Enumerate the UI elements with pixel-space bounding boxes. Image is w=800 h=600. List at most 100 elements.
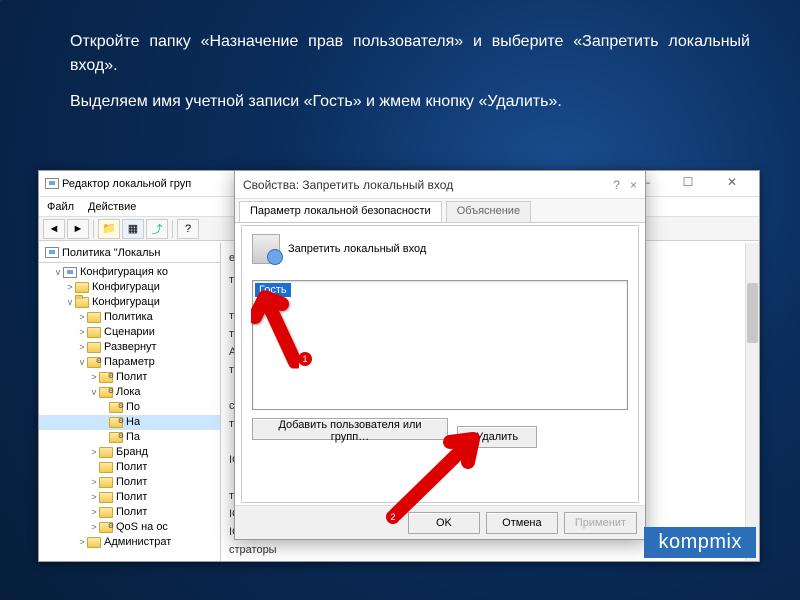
tree: Конфигурация ко Конфигураци Конфигураци … bbox=[39, 263, 220, 552]
expand-icon[interactable] bbox=[89, 445, 99, 460]
forward-button[interactable]: ► bbox=[67, 219, 89, 239]
tree-view-button[interactable]: ▦ bbox=[122, 219, 144, 239]
dialog-body: Запретить локальный вход Гость Добавить … bbox=[241, 225, 639, 503]
menu-file[interactable]: Файл bbox=[47, 201, 74, 213]
tree-label: Полит bbox=[116, 475, 147, 490]
tree-node[interactable]: По bbox=[39, 400, 220, 415]
collapse-icon[interactable] bbox=[77, 355, 87, 370]
tree-node[interactable]: Полит bbox=[39, 370, 220, 385]
tree-label: Параметр bbox=[104, 355, 155, 370]
dialog-tabs: Параметр локальной безопасности Объяснен… bbox=[235, 199, 645, 223]
tree-node[interactable]: Полит bbox=[39, 475, 220, 490]
close-icon[interactable]: ✕ bbox=[715, 175, 749, 189]
computer-icon bbox=[63, 267, 77, 278]
tree-root[interactable]: Политика "Локальн bbox=[39, 243, 220, 263]
folder-settings-icon bbox=[109, 432, 123, 443]
dialog-footer: OK Отмена Применит bbox=[235, 505, 645, 539]
expand-icon[interactable] bbox=[89, 520, 99, 535]
folder-settings-icon bbox=[87, 357, 101, 368]
tree-node-selected[interactable]: На bbox=[39, 415, 220, 430]
screenshot-container: — ☐ ✕ Редактор локальной груп Файл Дейст… bbox=[38, 170, 760, 562]
back-button[interactable]: ◄ bbox=[43, 219, 65, 239]
tab-local-security[interactable]: Параметр локальной безопасности bbox=[239, 201, 442, 222]
tree-root-label: Политика "Локальн bbox=[62, 247, 160, 259]
tree-label: QoS на ос bbox=[116, 520, 168, 535]
expand-icon[interactable] bbox=[77, 310, 87, 325]
help-button[interactable]: ? bbox=[177, 219, 199, 239]
tree-label: Полит bbox=[116, 505, 147, 520]
folder-icon bbox=[75, 282, 89, 293]
tree-node[interactable]: Бранд bbox=[39, 445, 220, 460]
folder-icon bbox=[99, 492, 113, 503]
expand-icon[interactable] bbox=[89, 505, 99, 520]
expand-icon[interactable] bbox=[77, 340, 87, 355]
expand-icon[interactable] bbox=[89, 490, 99, 505]
tree-node[interactable]: Параметр bbox=[39, 355, 220, 370]
tree-node[interactable]: Политика bbox=[39, 310, 220, 325]
add-user-button[interactable]: Добавить пользователя или групп… bbox=[252, 418, 448, 440]
tree-node[interactable]: QoS на ос bbox=[39, 520, 220, 535]
dialog-titlebar: Свойства: Запретить локальный вход ? × bbox=[235, 171, 645, 199]
ok-button[interactable]: OK bbox=[408, 512, 480, 534]
tree-label: Конфигураци bbox=[92, 280, 160, 295]
collapse-icon[interactable] bbox=[65, 295, 75, 310]
expand-icon[interactable] bbox=[77, 325, 87, 340]
menu-action[interactable]: Действие bbox=[88, 201, 136, 213]
folder-settings-icon bbox=[109, 417, 123, 428]
export-button[interactable]: ⤴ bbox=[146, 219, 168, 239]
tree-label: На bbox=[126, 415, 140, 430]
window-title: Редактор локальной груп bbox=[62, 178, 191, 190]
tree-label: Полит bbox=[116, 460, 147, 475]
tree-label: Полит bbox=[116, 370, 147, 385]
tree-node[interactable]: Развернут bbox=[39, 340, 220, 355]
remove-button[interactable]: Удалить bbox=[457, 426, 537, 448]
list-buttons-row: Добавить пользователя или групп… Удалить bbox=[252, 418, 628, 492]
help-icon[interactable]: ? bbox=[613, 178, 620, 192]
list-item-selected[interactable]: Гость bbox=[255, 283, 291, 297]
tree-node[interactable]: Па bbox=[39, 430, 220, 445]
tree-node[interactable]: Полит bbox=[39, 490, 220, 505]
tree-node[interactable]: Конфигураци bbox=[39, 280, 220, 295]
policy-icon bbox=[252, 234, 280, 264]
watermark: kompmix bbox=[644, 527, 756, 558]
tree-node[interactable]: Сценарии bbox=[39, 325, 220, 340]
close-icon[interactable]: × bbox=[630, 178, 637, 192]
tree-node[interactable]: Конфигураци bbox=[39, 295, 220, 310]
tree-node[interactable]: Полит bbox=[39, 505, 220, 520]
expand-icon[interactable] bbox=[89, 370, 99, 385]
folder-icon bbox=[87, 537, 101, 548]
computer-icon bbox=[45, 247, 59, 258]
folder-up-button[interactable]: 📁 bbox=[98, 219, 120, 239]
separator bbox=[93, 220, 94, 238]
tree-node[interactable]: Администрат bbox=[39, 535, 220, 550]
tree-node[interactable]: Полит bbox=[39, 460, 220, 475]
expand-icon[interactable] bbox=[65, 280, 75, 295]
collapse-icon[interactable] bbox=[89, 385, 99, 400]
collapse-icon[interactable] bbox=[53, 265, 63, 280]
tree-label: Политика bbox=[104, 310, 153, 325]
expand-icon[interactable] bbox=[89, 475, 99, 490]
maximize-icon[interactable]: ☐ bbox=[671, 175, 705, 189]
scrollbar-thumb[interactable] bbox=[747, 283, 758, 343]
folder-icon bbox=[87, 327, 101, 338]
users-listbox[interactable]: Гость bbox=[252, 280, 628, 410]
tree-node[interactable]: Конфигурация ко bbox=[39, 265, 220, 280]
scrollbar-vertical[interactable] bbox=[745, 243, 759, 561]
instruction-2: Выделяем имя учетной записи «Гость» и жм… bbox=[70, 90, 750, 114]
folder-icon bbox=[99, 462, 113, 473]
policy-header: Запретить локальный вход bbox=[242, 226, 638, 272]
folder-settings-icon bbox=[99, 522, 113, 533]
folder-icon bbox=[99, 477, 113, 488]
folder-settings-icon bbox=[109, 402, 123, 413]
apply-button[interactable]: Применит bbox=[564, 512, 637, 534]
cancel-button[interactable]: Отмена bbox=[486, 512, 558, 534]
tree-node[interactable]: Лока bbox=[39, 385, 220, 400]
tree-label: Конфигурация ко bbox=[80, 265, 168, 280]
tree-label: Развернут bbox=[104, 340, 157, 355]
dialog-title: Свойства: Запретить локальный вход bbox=[243, 178, 453, 192]
expand-icon[interactable] bbox=[77, 535, 87, 550]
dialog-window-controls: ? × bbox=[613, 178, 637, 192]
tab-explanation[interactable]: Объяснение bbox=[446, 201, 531, 222]
tree-label: Администрат bbox=[104, 535, 171, 550]
folder-icon bbox=[87, 312, 101, 323]
